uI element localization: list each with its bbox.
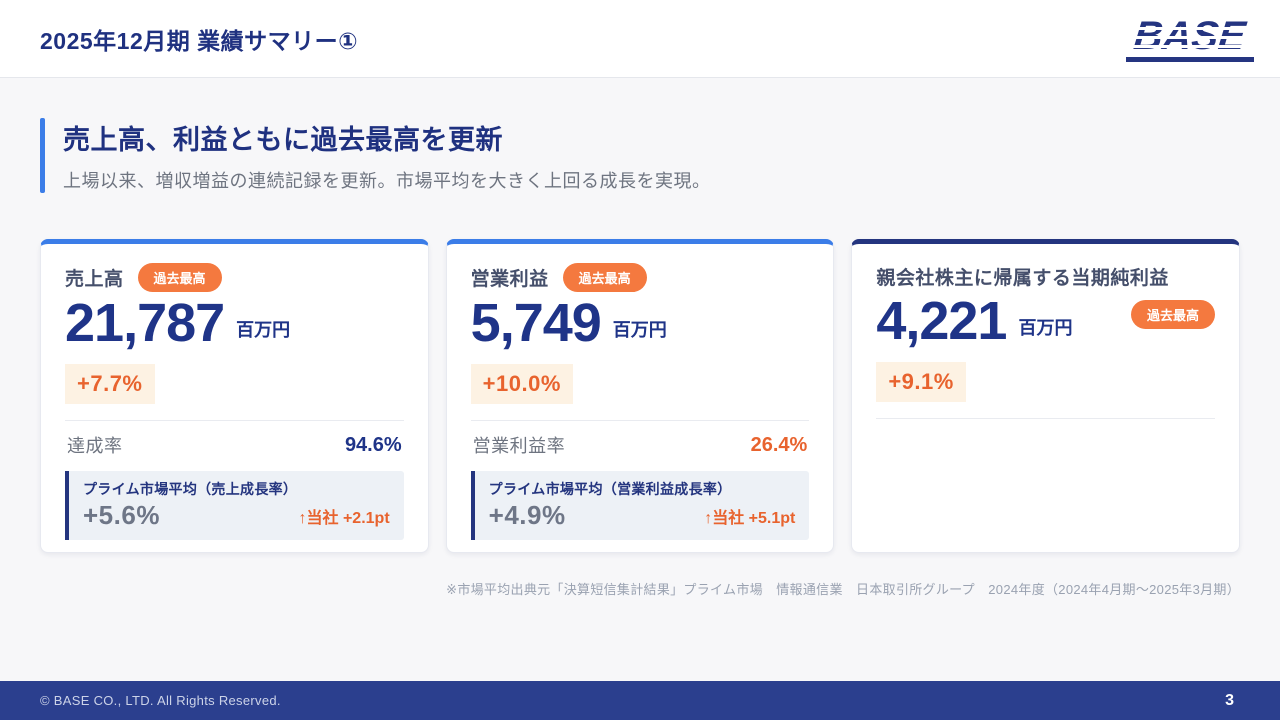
metric-row: 営業利益率 26.4% <box>471 432 810 458</box>
compare-row: +4.9% ↑当社 +5.1pt <box>489 500 796 531</box>
kpi-cards: 売上高 過去最高 21,787 百万円 +7.7% 達成率 94.6% プライム… <box>40 239 1240 539</box>
headline-text: 売上高、利益ともに過去最高を更新 上場以来、増収増益の連続記録を更新。市場平均を… <box>63 118 711 193</box>
headline-accent-bar <box>40 118 45 193</box>
market-compare-box: プライム市場平均（営業利益成長率） +4.9% ↑当社 +5.1pt <box>471 471 810 540</box>
compare-diff: ↑当社 +2.1pt <box>299 504 390 531</box>
card-value-row: 4,221 百万円 過去最高 <box>876 294 1215 349</box>
card-divider <box>65 420 404 421</box>
market-compare-box: プライム市場平均（売上成長率） +5.6% ↑当社 +2.1pt <box>65 471 404 540</box>
metric-label: 営業利益率 <box>473 432 566 458</box>
page-title: 2025年12月期 業績サマリー① <box>40 22 358 56</box>
card-title-row: 売上高 過去最高 <box>65 263 404 292</box>
metric-row: 達成率 94.6% <box>65 432 404 458</box>
change-chip: +9.1% <box>876 362 966 402</box>
card-value-row: 5,749 百万円 <box>471 296 810 351</box>
card-net-income: 親会社株主に帰属する当期純利益 4,221 百万円 過去最高 +9.1% <box>851 239 1240 553</box>
card-title-row: 営業利益 過去最高 <box>471 263 810 292</box>
card-unit: 百万円 <box>1018 314 1072 349</box>
metric-value: 94.6% <box>345 434 402 457</box>
card-unit: 百万円 <box>613 316 667 351</box>
page-number: 3 <box>1225 692 1234 710</box>
metric-value: 26.4% <box>751 434 808 457</box>
logo-stripe <box>1126 27 1254 30</box>
headline-title: 売上高、利益ともに過去最高を更新 <box>63 118 711 157</box>
base-logo: BASE <box>1126 16 1254 62</box>
copyright-text: © BASE CO., LTD. All Rights Reserved. <box>40 693 281 708</box>
header-bar: 2025年12月期 業績サマリー① BASE <box>0 0 1280 78</box>
card-divider <box>876 418 1215 419</box>
record-high-badge: 過去最高 <box>138 263 222 292</box>
compare-label: プライム市場平均（売上成長率） <box>83 479 390 499</box>
logo-stripe <box>1126 36 1254 39</box>
card-revenue: 売上高 過去最高 21,787 百万円 +7.7% 達成率 94.6% プライム… <box>40 239 429 553</box>
card-operating-profit: 営業利益 過去最高 5,749 百万円 +10.0% 営業利益率 26.4% プ… <box>446 239 835 553</box>
metric-label: 達成率 <box>67 432 123 458</box>
compare-value: +4.9% <box>489 500 566 531</box>
compare-label: プライム市場平均（営業利益成長率） <box>489 479 796 499</box>
card-unit: 百万円 <box>236 316 290 351</box>
card-value: 5,749 <box>471 296 601 351</box>
source-footnote: ※市場平均出典元「決算短信集計結果」プライム市場 情報通信業 日本取引所グループ… <box>40 579 1240 598</box>
card-value: 4,221 <box>876 294 1006 349</box>
card-value: 21,787 <box>65 296 224 351</box>
slide: 2025年12月期 業績サマリー① BASE 売上高、利益ともに過去最高を更新 … <box>0 0 1280 720</box>
change-chip: +10.0% <box>471 364 573 404</box>
change-chip: +7.7% <box>65 364 155 404</box>
record-high-badge: 過去最高 <box>563 263 647 292</box>
compare-row: +5.6% ↑当社 +2.1pt <box>83 500 390 531</box>
card-value-row: 21,787 百万円 <box>65 296 404 351</box>
compare-value: +5.6% <box>83 500 160 531</box>
logo-stripe <box>1126 45 1254 48</box>
card-title: 親会社株主に帰属する当期純利益 <box>876 263 1169 290</box>
base-logo-wordmark: BASE <box>1126 16 1254 56</box>
card-title: 営業利益 <box>471 264 549 291</box>
headline-subtitle: 上場以来、増収増益の連続記録を更新。市場平均を大きく上回る成長を実現。 <box>63 167 711 193</box>
headline-section: 売上高、利益ともに過去最高を更新 上場以来、増収増益の連続記録を更新。市場平均を… <box>40 118 1240 193</box>
record-high-badge: 過去最高 <box>1131 300 1215 329</box>
footer-bar: © BASE CO., LTD. All Rights Reserved. 3 <box>0 681 1280 720</box>
card-divider <box>471 420 810 421</box>
compare-diff: ↑当社 +5.1pt <box>704 504 795 531</box>
card-title-row: 親会社株主に帰属する当期純利益 <box>876 263 1215 290</box>
card-title: 売上高 <box>65 264 124 291</box>
